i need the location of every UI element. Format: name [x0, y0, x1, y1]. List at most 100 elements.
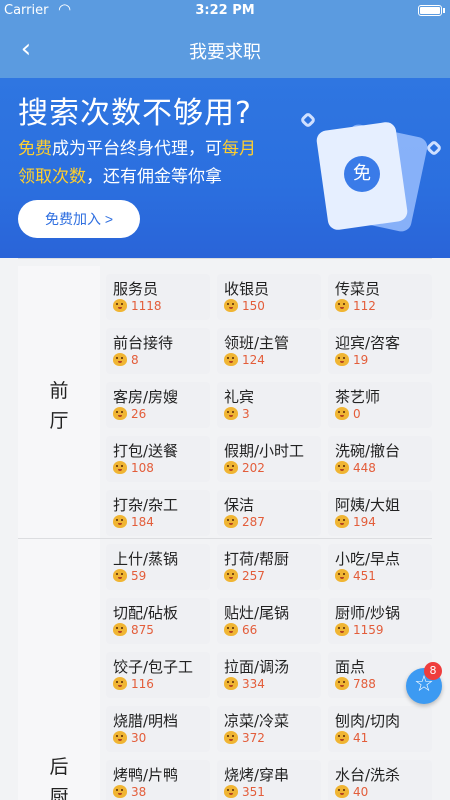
promo-banner[interactable]: 搜索次数不够用? 免费成为平台终身代理，可每月 领取次数，还有佣金等你拿 免费加… — [0, 78, 450, 258]
job-count: 194 — [335, 515, 376, 529]
job-card[interactable]: 打包/送餐 108 — [106, 436, 210, 482]
notification-badge: 8 — [424, 662, 442, 680]
job-title: 烧腊/明档 — [113, 712, 179, 730]
face-icon — [335, 515, 349, 528]
job-card[interactable]: 收银员 150 — [217, 274, 321, 320]
face-icon — [335, 731, 349, 744]
job-title: 茶艺师 — [335, 388, 381, 406]
face-icon — [335, 299, 349, 312]
job-count: 59 — [113, 569, 146, 583]
job-card[interactable]: 拉面/调汤 334 — [217, 652, 321, 698]
job-count: 38 — [113, 785, 146, 799]
job-card[interactable]: 客房/房嫂 26 — [106, 382, 210, 428]
job-title: 阿姨/大姐 — [335, 496, 401, 514]
face-icon — [224, 569, 238, 582]
job-title: 打包/送餐 — [113, 442, 179, 460]
job-title: 烤鸭/片鸭 — [113, 766, 179, 784]
job-card[interactable]: 服务员 1118 — [106, 274, 210, 320]
job-count: 257 — [224, 569, 265, 583]
face-icon — [224, 731, 238, 744]
free-ticket-icon: 免 — [344, 156, 380, 192]
job-count: 1159 — [335, 623, 384, 637]
battery-icon — [418, 5, 445, 16]
banner-line-1: 免费成为平台终身代理，可每月 — [18, 139, 256, 159]
job-title: 打荷/帮厨 — [224, 550, 290, 568]
status-bar: Carrier ◠ 3:22 PM — [0, 0, 450, 22]
job-card[interactable]: 厨师/炒锅 1159 — [328, 598, 432, 644]
job-count: 116 — [113, 677, 154, 691]
job-card[interactable]: 传菜员 112 — [328, 274, 432, 320]
category-label-front-hall: 前厅 — [49, 380, 69, 432]
job-count: 41 — [335, 731, 368, 745]
job-card[interactable]: 切配/砧板 875 — [106, 598, 210, 644]
job-card[interactable]: 烧烤/穿串 351 — [217, 760, 321, 800]
face-icon — [113, 677, 127, 690]
job-count: 26 — [113, 407, 146, 421]
job-card[interactable]: 上什/蒸锅 59 — [106, 544, 210, 590]
job-card[interactable]: 打杂/杂工 184 — [106, 490, 210, 536]
status-time: 3:22 PM — [195, 3, 255, 18]
job-count: 351 — [224, 785, 265, 799]
job-count: 372 — [224, 731, 265, 745]
job-title: 迎宾/咨客 — [335, 334, 401, 352]
job-title: 上什/蒸锅 — [113, 550, 179, 568]
job-count: 287 — [224, 515, 265, 529]
job-count: 184 — [113, 515, 154, 529]
job-card[interactable]: 刨肉/切肉 41 — [328, 706, 432, 752]
job-card[interactable]: 茶艺师 0 — [328, 382, 432, 428]
job-count: 788 — [335, 677, 376, 691]
job-title: 水台/洗杀 — [335, 766, 401, 784]
job-count: 334 — [224, 677, 265, 691]
job-card[interactable]: 贴灶/尾锅 66 — [217, 598, 321, 644]
job-card[interactable]: 迎宾/咨客 19 — [328, 328, 432, 374]
job-count: 30 — [113, 731, 146, 745]
job-title: 厨师/炒锅 — [335, 604, 401, 622]
job-card[interactable]: 阿姨/大姐 194 — [328, 490, 432, 536]
job-title: 收银员 — [224, 280, 270, 298]
job-count: 448 — [335, 461, 376, 475]
face-icon — [113, 785, 127, 798]
job-card[interactable]: 饺子/包子工 116 — [106, 652, 210, 698]
face-icon — [113, 461, 127, 474]
job-title: 打杂/杂工 — [113, 496, 179, 514]
job-title: 领班/主管 — [224, 334, 290, 352]
face-icon — [113, 623, 127, 636]
face-icon — [113, 353, 127, 366]
job-count: 3 — [224, 407, 250, 421]
free-join-button[interactable]: 免费加入 > — [18, 200, 140, 238]
face-icon — [224, 677, 238, 690]
job-card[interactable]: 礼宾 3 — [217, 382, 321, 428]
job-title: 切配/砧板 — [113, 604, 179, 622]
job-card[interactable]: 凉菜/冷菜 372 — [217, 706, 321, 752]
job-title: 客房/房嫂 — [113, 388, 179, 406]
job-card[interactable]: 烧腊/明档 30 — [106, 706, 210, 752]
job-card[interactable]: 前台接待 8 — [106, 328, 210, 374]
face-icon — [335, 461, 349, 474]
face-icon — [335, 407, 349, 420]
job-card[interactable]: 保洁 287 — [217, 490, 321, 536]
face-icon — [224, 785, 238, 798]
face-icon — [224, 353, 238, 366]
job-title: 洗碗/撤台 — [335, 442, 401, 460]
job-card[interactable]: 烤鸭/片鸭 38 — [106, 760, 210, 800]
job-count: 202 — [224, 461, 265, 475]
job-card[interactable]: 洗碗/撤台 448 — [328, 436, 432, 482]
job-count: 66 — [224, 623, 257, 637]
job-title: 保洁 — [224, 496, 255, 514]
job-card[interactable]: 领班/主管 124 — [217, 328, 321, 374]
job-title: 小吃/早点 — [335, 550, 401, 568]
job-title: 贴灶/尾锅 — [224, 604, 290, 622]
job-count: 875 — [113, 623, 154, 637]
job-count: 1118 — [113, 299, 162, 313]
job-title: 凉菜/冷菜 — [224, 712, 290, 730]
job-card[interactable]: 小吃/早点 451 — [328, 544, 432, 590]
job-card[interactable]: 打荷/帮厨 257 — [217, 544, 321, 590]
face-icon — [335, 353, 349, 366]
job-count: 19 — [335, 353, 368, 367]
job-card[interactable]: 水台/洗杀 40 — [328, 760, 432, 800]
job-title: 传菜员 — [335, 280, 381, 298]
face-icon — [224, 623, 238, 636]
banner-title: 搜索次数不够用? — [18, 96, 252, 131]
face-icon — [113, 407, 127, 420]
job-card[interactable]: 假期/小时工 202 — [217, 436, 321, 482]
